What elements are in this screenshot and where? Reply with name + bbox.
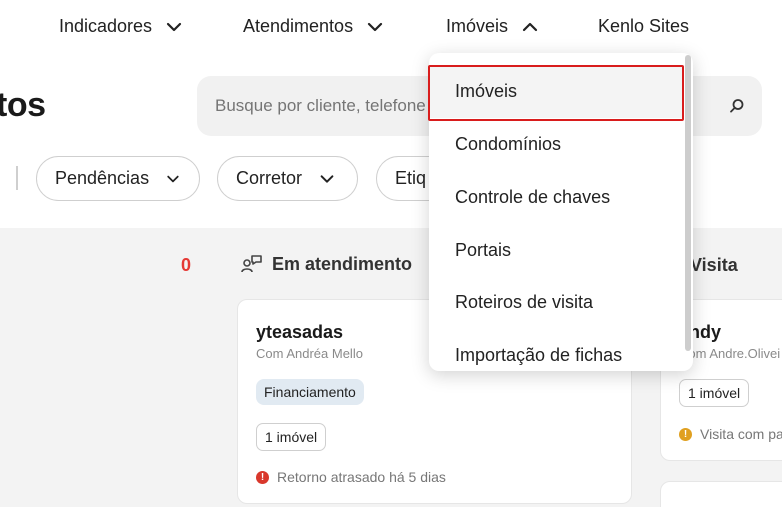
filter-corretor[interactable]: Corretor bbox=[217, 156, 358, 201]
card-note-text: Visita com pa bbox=[700, 426, 782, 442]
nav-atendimentos-label: Atendimentos bbox=[243, 16, 354, 36]
nav-imoveis[interactable]: Imóveis bbox=[446, 16, 540, 37]
filter-pendencias[interactable]: Pendências bbox=[36, 156, 200, 201]
filter-etiquetas-label: Etiq bbox=[395, 168, 427, 188]
imoveis-dropdown-menu: Imóveis Condomínios Controle de chaves P… bbox=[429, 53, 693, 371]
menu-item-controle-de-chaves[interactable]: Controle de chaves bbox=[429, 171, 684, 224]
card-subtitle: Com Andréa Mello bbox=[256, 346, 363, 361]
nav-indicadores[interactable]: Indicadores bbox=[59, 16, 184, 37]
column-title: Em atendimento bbox=[272, 253, 413, 274]
menu-item-imoveis[interactable]: Imóveis bbox=[429, 65, 684, 118]
card-note: ! Retorno atrasado há 5 dias bbox=[256, 469, 446, 485]
column-count: 0 bbox=[181, 255, 192, 275]
menu-item-roteiros-de-visita[interactable]: Roteiros de visita bbox=[429, 276, 684, 329]
chevron-down-icon bbox=[320, 174, 334, 183]
top-navigation: Indicadores Atendimentos Imóveis Kenlo S… bbox=[0, 0, 782, 56]
nav-indicadores-label: Indicadores bbox=[59, 16, 153, 36]
chevron-up-icon bbox=[522, 22, 538, 31]
card-properties: 1 imóvel bbox=[256, 423, 327, 451]
nav-imoveis-label: Imóveis bbox=[446, 16, 509, 36]
menu-item-portais[interactable]: Portais bbox=[429, 224, 684, 277]
chat-people-icon bbox=[241, 255, 262, 273]
page-title: tos bbox=[0, 86, 46, 124]
search-icon[interactable] bbox=[728, 97, 746, 115]
lead-card[interactable] bbox=[660, 481, 782, 507]
card-note: ! Visita com pa bbox=[679, 426, 782, 442]
menu-item-importacao-de-fichas[interactable]: Importação de fichas bbox=[429, 329, 684, 371]
card-tag: Financiamento bbox=[256, 379, 364, 405]
card-properties: 1 imóvel bbox=[679, 379, 750, 407]
chevron-down-icon bbox=[367, 22, 383, 31]
nav-kenlo-sites-label: Kenlo Sites bbox=[598, 16, 690, 36]
menu-scrollbar[interactable] bbox=[685, 55, 691, 351]
column-header-visita: Visita bbox=[690, 255, 738, 275]
menu-item-condominios[interactable]: Condomínios bbox=[429, 118, 684, 171]
filter-divider bbox=[16, 166, 18, 190]
filter-pendencias-label: Pendências bbox=[55, 168, 150, 188]
card-title: yteasadas bbox=[256, 322, 344, 342]
chevron-down-icon bbox=[167, 175, 179, 182]
warning-icon: ! bbox=[679, 427, 692, 441]
chevron-down-icon bbox=[166, 22, 182, 31]
filter-corretor-label: Corretor bbox=[236, 168, 303, 188]
column-header-em-atendimento: Em atendimento bbox=[240, 252, 412, 276]
card-subtitle: Com Andre.Olivei bbox=[679, 346, 781, 361]
warning-icon: ! bbox=[256, 470, 269, 484]
card-note-text: Retorno atrasado há 5 dias bbox=[277, 469, 446, 485]
nav-kenlo-sites[interactable]: Kenlo Sites bbox=[598, 16, 689, 37]
nav-atendimentos[interactable]: Atendimentos bbox=[243, 16, 385, 37]
